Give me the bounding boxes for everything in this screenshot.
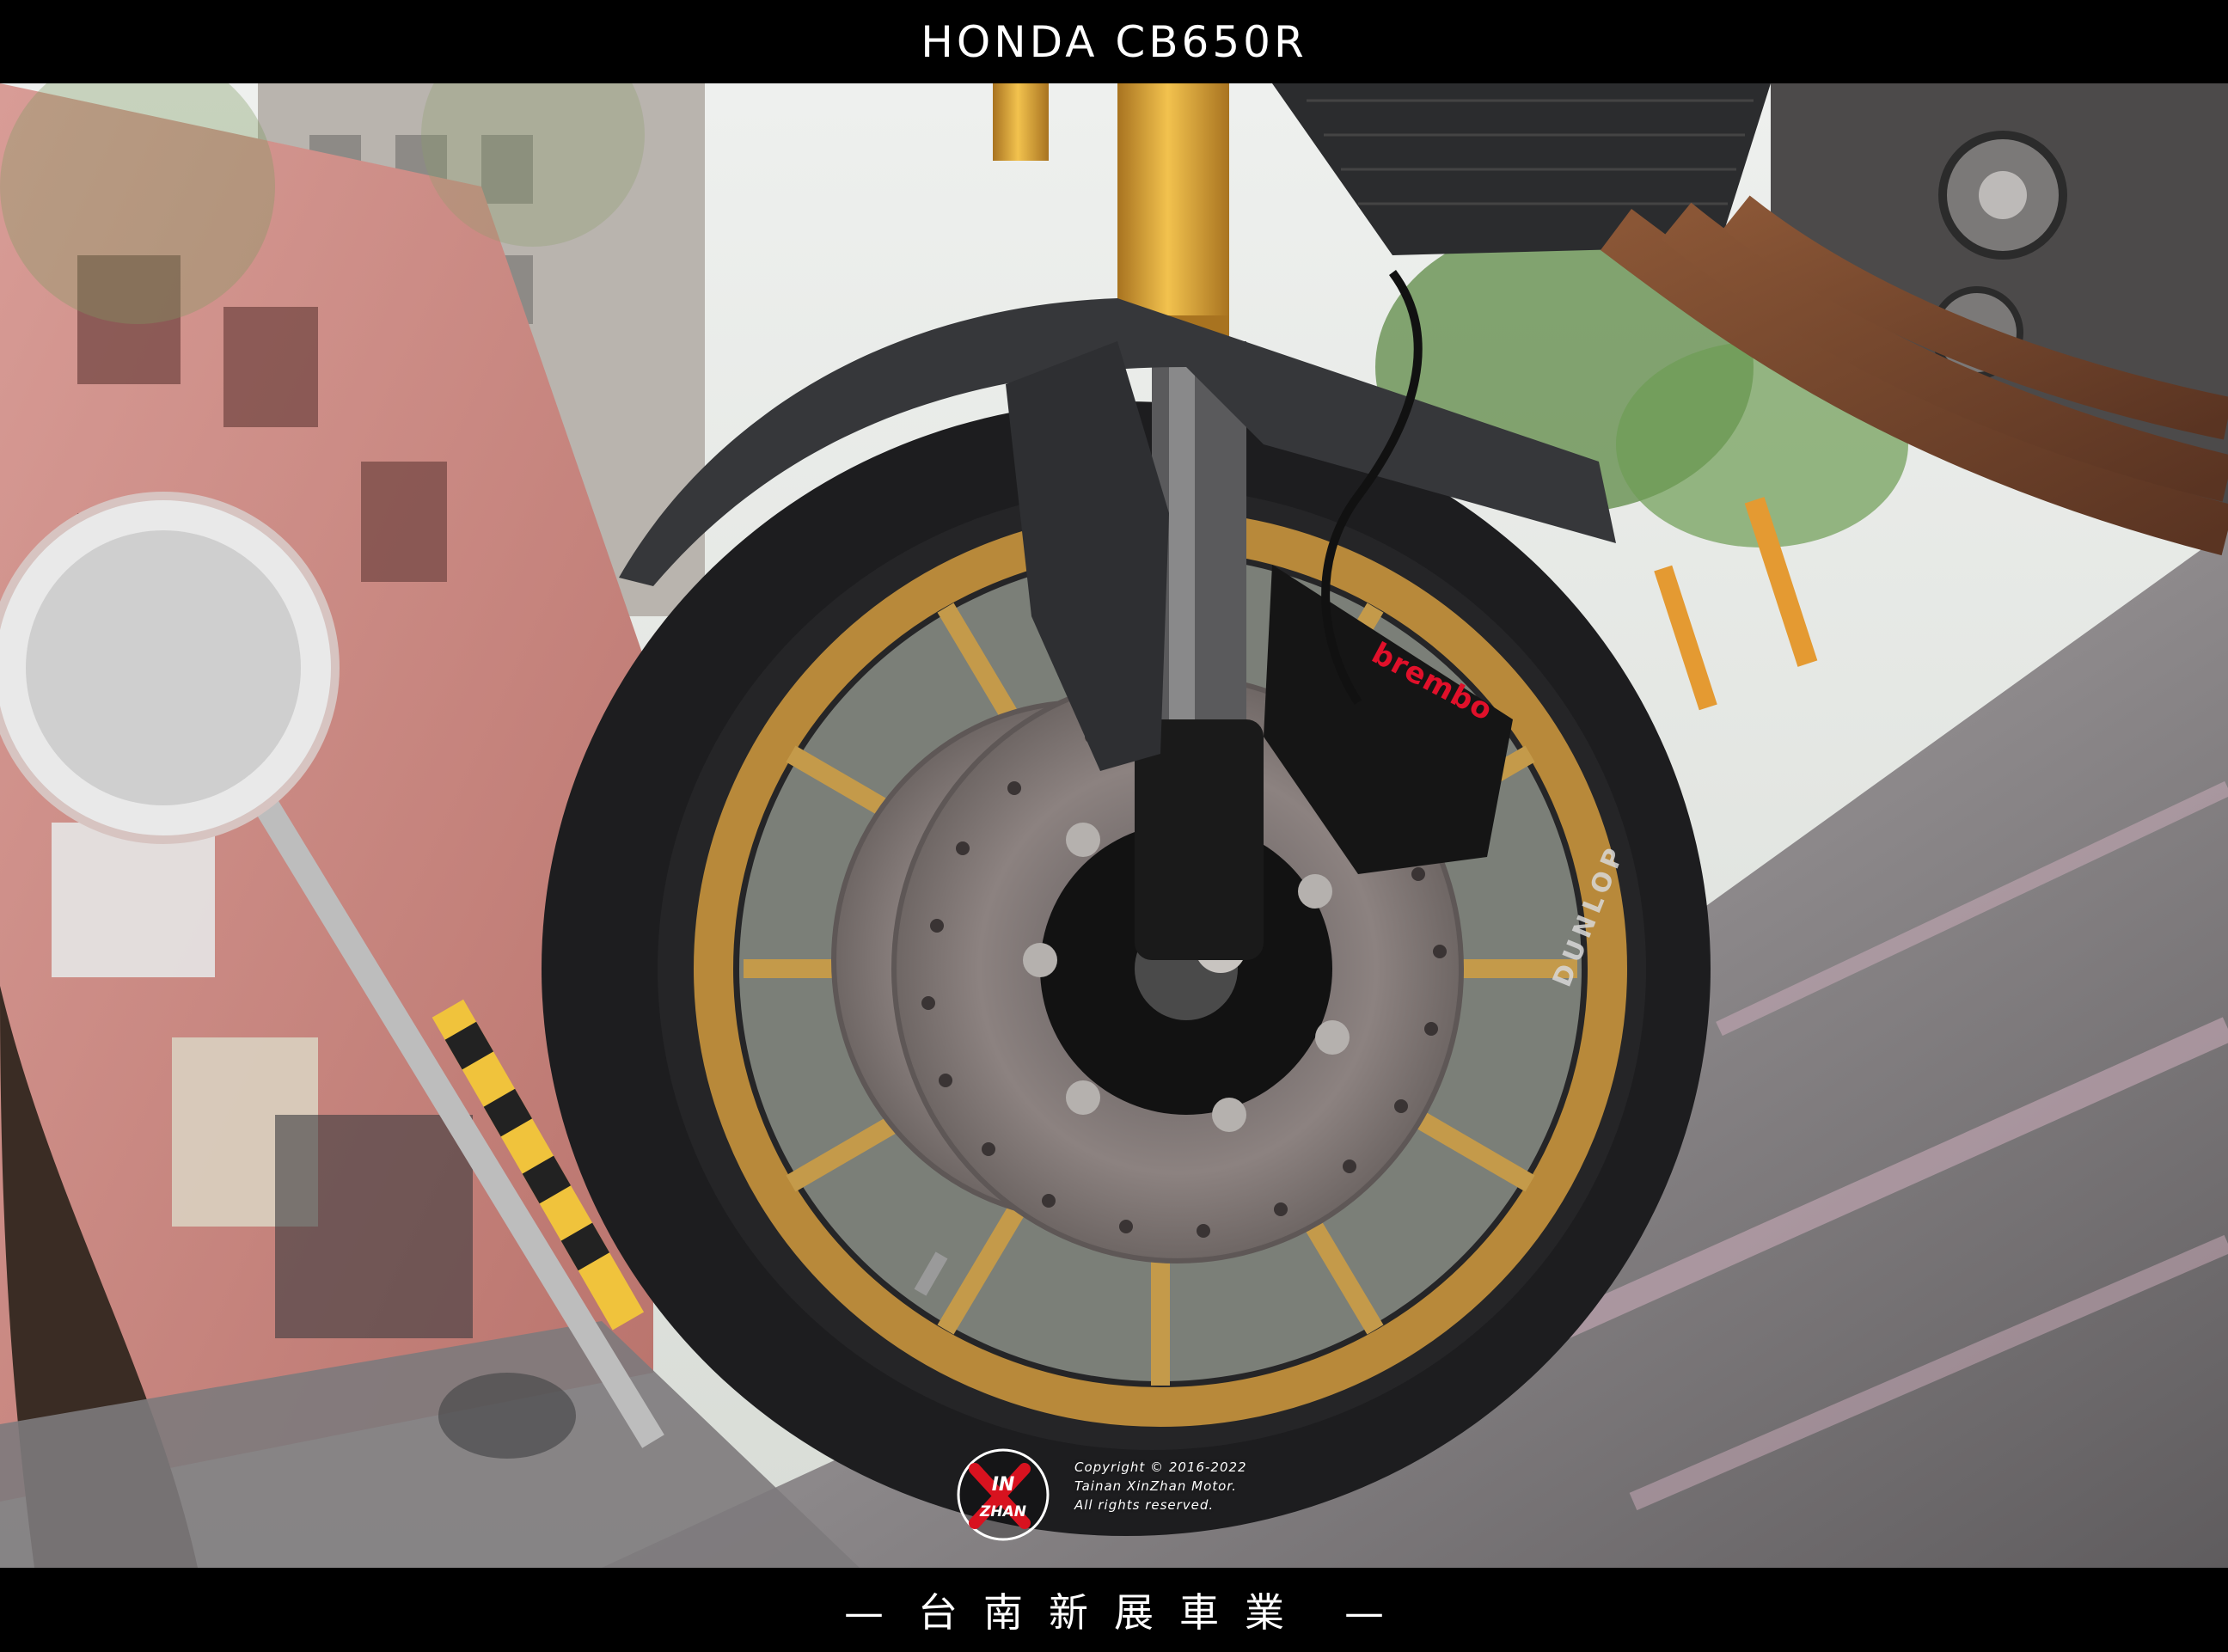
motorcycle-photo [0, 83, 2228, 1568]
dash-right: — [1344, 1589, 1384, 1636]
background-scooter [438, 1373, 576, 1459]
copyright-line-3: All rights reserved. [1074, 1497, 1215, 1513]
copyright-watermark: IN ZHAN Copyright © 2016-2022 Tainan Xin… [956, 1447, 1282, 1542]
dealer-name-caption: — 台南新展車業 — [810, 1582, 1418, 1638]
copyright-line-1: Copyright © 2016-2022 [1074, 1459, 1247, 1475]
left-fork-tube [993, 83, 1049, 161]
copyright-text: Copyright © 2016-2022 Tainan XinZhan Mot… [1074, 1458, 1247, 1514]
dealer-name: 台南新展車業 [918, 1589, 1310, 1636]
photo-illustration [0, 83, 2228, 1568]
page-title: HONDA CB650R [921, 16, 1307, 67]
svg-text:IN: IN [992, 1474, 1015, 1496]
bottom-title-bar: — 台南新展車業 — [0, 1568, 2228, 1652]
dash-left: — [844, 1589, 884, 1636]
xinzhan-logo: IN ZHAN [957, 1448, 1050, 1541]
svg-text:ZHAN: ZHAN [979, 1503, 1026, 1520]
copyright-line-2: Tainan XinZhan Motor. [1074, 1478, 1237, 1494]
top-title-bar: HONDA CB650R [0, 0, 2228, 83]
